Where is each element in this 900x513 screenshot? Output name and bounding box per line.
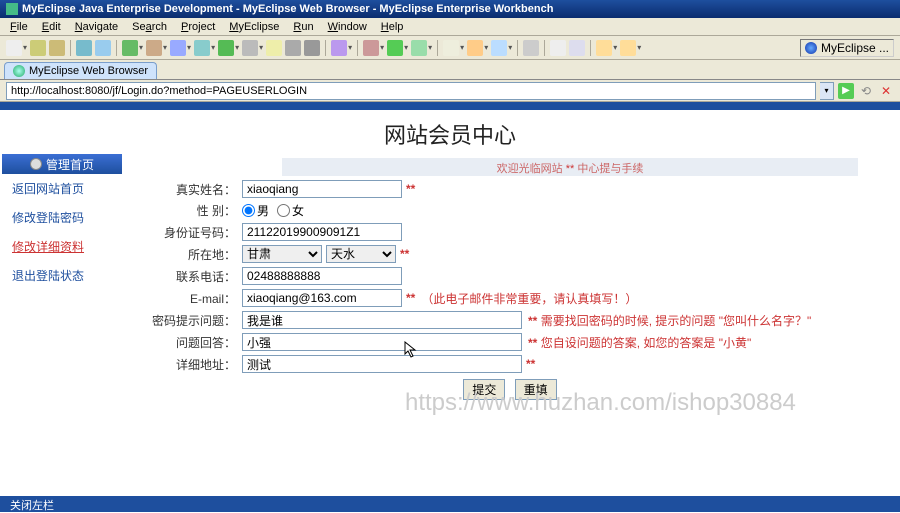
hint-pwdq: 需要找回密码的时候, 提示的问题 "您叫什么名字？": [541, 314, 812, 328]
tab-label: MyEclipse Web Browser: [29, 65, 148, 77]
window-title: MyEclipse Java Enterprise Development - …: [22, 3, 553, 15]
saveall-icon[interactable]: [49, 40, 65, 56]
address-input[interactable]: [242, 355, 522, 373]
label-pwda: 问题回答：: [142, 334, 242, 351]
perspective-button[interactable]: MyEclipse ...: [800, 39, 894, 57]
label-address: 详细地址：: [142, 356, 242, 373]
menu-search[interactable]: Search: [126, 20, 173, 33]
menu-file[interactable]: File: [4, 20, 34, 33]
footer-strip[interactable]: 关闭左栏: [0, 496, 900, 512]
city-select[interactable]: 天水: [326, 245, 396, 263]
window-titlebar: MyEclipse Java Enterprise Development - …: [0, 0, 900, 18]
menu-run[interactable]: Run: [287, 20, 319, 33]
label-location: 所在地：: [142, 246, 242, 263]
menu-edit[interactable]: Edit: [36, 20, 67, 33]
sidebar: 管理首页 返回网站首页 修改登陆密码 修改详细资料 退出登陆状态: [2, 154, 122, 404]
menu-project[interactable]: Project: [175, 20, 221, 33]
tool-c-icon[interactable]: [122, 40, 138, 56]
tool-n-icon[interactable]: [467, 40, 483, 56]
label-phone: 联系电话：: [142, 268, 242, 285]
tool-i-icon[interactable]: [266, 40, 282, 56]
save-icon[interactable]: [30, 40, 46, 56]
gender-female-radio[interactable]: [277, 204, 290, 217]
page-title: 网站会员中心: [0, 110, 900, 154]
debug-icon[interactable]: [363, 40, 379, 56]
hint-pwda: 您自设问题的答案, 如您的答案是 "小黄": [541, 336, 752, 350]
sidebar-item-logout[interactable]: 退出登陆状态: [2, 261, 122, 290]
province-select[interactable]: 甘肃: [242, 245, 322, 263]
label-idcard: 身份证号码：: [142, 224, 242, 241]
pwda-input[interactable]: [242, 333, 522, 351]
tool-a-icon[interactable]: [76, 40, 92, 56]
gender-male-label: 男: [257, 202, 269, 219]
menu-window[interactable]: Window: [322, 20, 373, 33]
gender-female-label: 女: [292, 202, 304, 219]
idcard-input[interactable]: [242, 223, 402, 241]
new-drop[interactable]: ▾: [23, 43, 27, 52]
tool-j-icon[interactable]: [285, 40, 301, 56]
globe-icon: [13, 65, 25, 77]
phone-input[interactable]: [242, 267, 402, 285]
email-input[interactable]: [242, 289, 402, 307]
tool-p-icon[interactable]: [550, 40, 566, 56]
hint-email: （此电子邮件非常重要，请认真填写！）: [421, 290, 637, 307]
label-gender: 性 别：: [142, 202, 242, 219]
profile-form: 欢迎光临网站 ** 中心提与手续 真实姓名： ** 性 别： 男 女 身份证号码…: [122, 154, 898, 404]
browser-address-bar: ▾ ▶ ⟲ ✕: [0, 80, 900, 102]
label-email: E-mail：: [142, 290, 242, 307]
label-pwdq: 密码提示问题：: [142, 312, 242, 329]
page-content: 网站会员中心 管理首页 返回网站首页 修改登陆密码 修改详细资料 退出登陆状态 …: [0, 102, 900, 512]
perspective-label: MyEclipse ...: [821, 41, 889, 55]
tool-d-icon[interactable]: [146, 40, 162, 56]
menu-help[interactable]: Help: [375, 20, 410, 33]
back-icon[interactable]: [596, 40, 612, 56]
sidebar-item-profile[interactable]: 修改详细资料: [2, 232, 122, 261]
menu-bar: File Edit Navigate Search Project MyEcli…: [0, 18, 900, 36]
go-button[interactable]: ▶: [838, 83, 854, 99]
menu-myeclipse[interactable]: MyEclipse: [223, 20, 285, 33]
fwd-icon[interactable]: [620, 40, 636, 56]
sidebar-header: 管理首页: [2, 154, 122, 174]
myeclipse-icon: [805, 42, 817, 54]
run-icon[interactable]: [387, 40, 403, 56]
tool-h-icon[interactable]: [242, 40, 258, 56]
sidebar-item-home[interactable]: 返回网站首页: [2, 174, 122, 203]
tool-g-icon[interactable]: [218, 40, 234, 56]
main-toolbar: ▾ ▾ ▾ ▾ ▾ ▾ ▾ ▾ ▾ ▾ ▾ ▾ ▾ ▾ ▾ ▾ MyEclips…: [0, 36, 900, 60]
new-icon[interactable]: [6, 40, 22, 56]
realname-input[interactable]: [242, 180, 402, 198]
tool-q-icon[interactable]: [569, 40, 585, 56]
menu-navigate[interactable]: Navigate: [69, 20, 124, 33]
editor-tabs: MyEclipse Web Browser: [0, 60, 900, 80]
tool-o-icon[interactable]: [491, 40, 507, 56]
sidebar-header-label: 管理首页: [46, 156, 94, 173]
sidebar-item-password[interactable]: 修改登陆密码: [2, 203, 122, 232]
tool-l-icon[interactable]: [331, 40, 347, 56]
sub-bar: 欢迎光临网站 ** 中心提与手续: [282, 158, 858, 176]
gender-male-radio[interactable]: [242, 204, 255, 217]
browser-tool-1-icon[interactable]: ⟲: [858, 83, 874, 99]
app-icon: [6, 3, 18, 15]
url-dropdown[interactable]: ▾: [820, 82, 834, 100]
label-realname: 真实姓名：: [142, 181, 242, 198]
tool-m-icon[interactable]: [443, 40, 459, 56]
pwdq-input[interactable]: [242, 311, 522, 329]
tool-f-icon[interactable]: [194, 40, 210, 56]
ext-icon[interactable]: [411, 40, 427, 56]
req-mark: **: [406, 182, 415, 196]
browser-tool-2-icon[interactable]: ✕: [878, 83, 894, 99]
search-tb-icon[interactable]: [523, 40, 539, 56]
gear-icon: [30, 158, 42, 170]
submit-button[interactable]: 提交: [463, 379, 505, 400]
tab-web-browser[interactable]: MyEclipse Web Browser: [4, 62, 157, 79]
reset-button[interactable]: 重填: [515, 379, 557, 400]
url-input[interactable]: [6, 82, 816, 100]
tool-b-icon[interactable]: [95, 40, 111, 56]
tool-k-icon[interactable]: [304, 40, 320, 56]
tool-e-icon[interactable]: [170, 40, 186, 56]
